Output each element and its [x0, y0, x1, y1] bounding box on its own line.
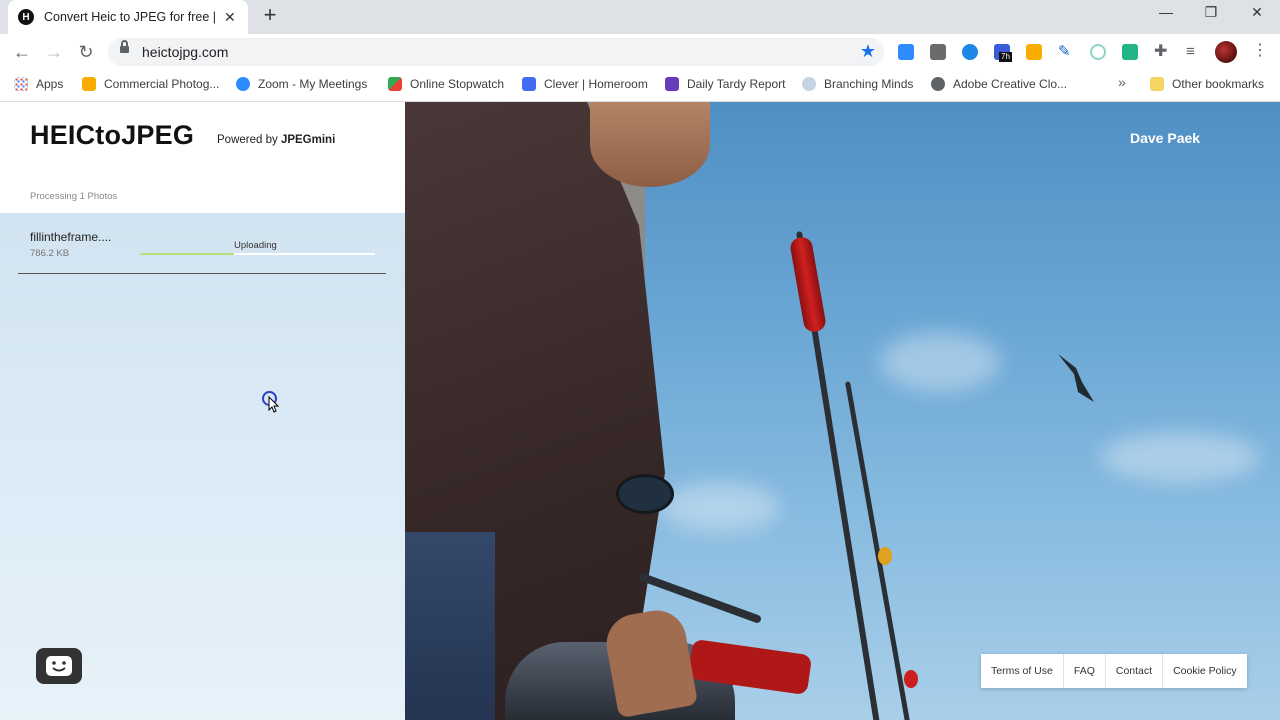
more-bookmarks-chevron-icon[interactable]: »	[1118, 74, 1126, 90]
tab-title: Convert Heic to JPEG for free | M	[44, 10, 218, 24]
restore-window-button[interactable]: ❐	[1201, 4, 1221, 21]
mouse-cursor-icon	[268, 396, 280, 413]
contact-link[interactable]: Contact	[1106, 654, 1164, 688]
bookmark-label: Adobe Creative Clo...	[953, 77, 1068, 91]
folder-icon	[1150, 77, 1164, 91]
apps-grid-icon	[14, 77, 28, 91]
footer-links: Terms of Use FAQ Contact Cookie Policy	[981, 654, 1247, 688]
bookmark-commercial-photog[interactable]: Commercial Photog...	[82, 76, 219, 92]
browser-menu-icon[interactable]: ⋮	[1252, 40, 1268, 60]
bookmark-clever-homeroom[interactable]: Clever | Homeroom	[522, 76, 648, 92]
bookmark-apps[interactable]: Apps	[14, 76, 63, 92]
zoom-extension-icon[interactable]	[898, 44, 914, 60]
stopwatch-icon	[388, 77, 402, 91]
address-bar[interactable]: heictojpg.com ★	[108, 38, 884, 66]
page-content: Dave Paek HEICtoJPEG Powered by JPEGmini…	[0, 102, 1280, 720]
converter-panel: HEICtoJPEG Powered by JPEGmini Processin…	[0, 102, 405, 720]
file-size: 786.2 KB	[30, 248, 70, 259]
bookmark-zoom-meetings[interactable]: Zoom - My Meetings	[236, 76, 367, 92]
file-row-divider	[18, 273, 386, 274]
terms-of-use-link[interactable]: Terms of Use	[981, 654, 1064, 688]
green-extension-icon[interactable]	[1122, 44, 1138, 60]
close-window-button[interactable]: ✕	[1247, 4, 1267, 21]
extension-badge: 7h	[999, 52, 1012, 62]
minimize-window-button[interactable]: —	[1156, 4, 1176, 20]
browser-tab-active[interactable]: H Convert Heic to JPEG for free | M ✕	[8, 0, 248, 34]
google-classroom-icon	[82, 77, 96, 91]
chat-widget-button[interactable]	[36, 648, 82, 684]
tab-strip: H Convert Heic to JPEG for free | M ✕ + …	[0, 0, 1280, 34]
browser-toolbar: ← → ↻ heictojpg.com ★ 7h ✎ ✚ ≡	[0, 34, 1280, 70]
bookmarks-bar: Apps Commercial Photog... Zoom - My Meet…	[0, 70, 1280, 98]
creative-cloud-icon	[931, 77, 945, 91]
bookmark-label: Apps	[36, 77, 64, 91]
panel-header: HEICtoJPEG Powered by JPEGmini Processin…	[0, 102, 405, 213]
profile-avatar[interactable]	[1215, 41, 1237, 63]
highlighter-extension-icon[interactable]: ✎	[1058, 44, 1074, 60]
bookmark-label: Daily Tardy Report	[687, 77, 786, 91]
file-name: fillintheframe....	[30, 230, 112, 244]
bookmark-online-stopwatch[interactable]: Online Stopwatch	[388, 76, 504, 92]
site-favicon-icon: H	[18, 9, 34, 25]
upload-status: Uploading	[234, 240, 277, 251]
bookmark-label: Commercial Photog...	[104, 77, 220, 91]
back-button[interactable]: ←	[10, 40, 34, 64]
safari-extension-icon[interactable]	[962, 44, 978, 60]
branching-minds-icon	[802, 77, 816, 91]
new-tab-button[interactable]: +	[258, 4, 282, 28]
bookmark-label: Clever | Homeroom	[544, 77, 648, 91]
faq-link[interactable]: FAQ	[1064, 654, 1106, 688]
bird-silhouette	[1058, 354, 1094, 402]
lock-icon	[120, 40, 129, 53]
bookmark-label: Zoom - My Meetings	[258, 77, 368, 91]
forms-icon	[665, 77, 679, 91]
bookmark-branching-minds[interactable]: Branching Minds	[802, 76, 913, 92]
site-logo[interactable]: HEICtoJPEG	[30, 120, 194, 151]
zoom-icon	[236, 77, 250, 91]
screenshot-extension-icon[interactable]	[930, 44, 946, 60]
reload-button[interactable]: ↻	[74, 40, 98, 64]
close-tab-icon[interactable]: ✕	[224, 9, 236, 26]
upload-progress-fill	[140, 253, 234, 255]
url-text: heictojpg.com	[142, 44, 229, 60]
bookmark-label: Branching Minds	[824, 77, 914, 91]
powered-by-prefix: Powered by	[217, 134, 278, 146]
powered-by-brand-link[interactable]: JPEGmini	[281, 134, 335, 146]
processing-status: Processing 1 Photos	[30, 191, 118, 202]
bookmark-adobe-creative-cloud[interactable]: Adobe Creative Clo...	[931, 76, 1067, 92]
file-list: fillintheframe.... 786.2 KB Uploading	[0, 213, 405, 720]
media-control-icon[interactable]: ≡	[1186, 44, 1202, 60]
circle-extension-icon[interactable]	[1090, 44, 1106, 60]
bookmark-star-icon[interactable]: ★	[860, 41, 876, 62]
extensions-puzzle-icon[interactable]: ✚	[1154, 44, 1170, 60]
powered-by: Powered by JPEGmini	[217, 134, 335, 146]
clever-icon	[522, 77, 536, 91]
bookmark-daily-tardy-report[interactable]: Daily Tardy Report	[665, 76, 785, 92]
other-bookmarks-folder[interactable]: Other bookmarks	[1150, 76, 1264, 92]
other-bookmarks-label: Other bookmarks	[1172, 77, 1265, 91]
forward-button[interactable]: →	[42, 40, 66, 64]
smiley-chat-icon	[46, 656, 72, 676]
photo-credit[interactable]: Dave Paek	[1130, 130, 1200, 146]
calendar-extension-icon[interactable]: 7h	[994, 44, 1012, 62]
cookie-policy-link[interactable]: Cookie Policy	[1163, 654, 1247, 688]
upload-progress-bar	[140, 253, 375, 255]
bookmark-label: Online Stopwatch	[410, 77, 505, 91]
note-extension-icon[interactable]	[1026, 44, 1042, 60]
